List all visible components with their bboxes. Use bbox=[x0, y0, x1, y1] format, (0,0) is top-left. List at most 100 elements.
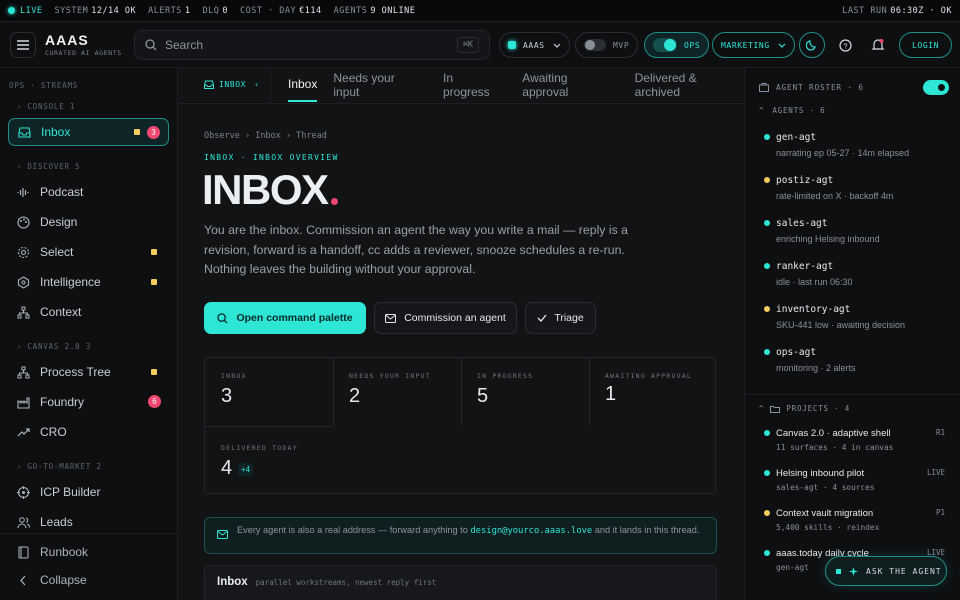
folder-icon bbox=[770, 405, 781, 413]
tab-in-progress[interactable]: In progress bbox=[443, 68, 502, 102]
menu-button[interactable] bbox=[10, 31, 36, 58]
network-icon bbox=[17, 306, 30, 318]
sidebar-item-runbook[interactable]: Runbook bbox=[8, 538, 169, 566]
open-command-palette-button[interactable]: Open command palette bbox=[204, 302, 366, 334]
roster-header: AGENT ROSTER · 6 bbox=[759, 83, 864, 92]
tab-awaiting-approval[interactable]: Awaiting approval bbox=[522, 68, 615, 102]
hexagon-icon bbox=[17, 275, 30, 289]
foundry-badge: 6 bbox=[148, 395, 161, 408]
delivered-delta: +4 bbox=[238, 462, 254, 476]
agent-roster-panel: AGENT ROSTER · 6 ^ AGENTS · 6 gen-agt narr… bbox=[744, 68, 960, 600]
brand[interactable]: AAAS CURATED AI AGENTS bbox=[45, 33, 122, 57]
sidebar-item-design[interactable]: Design bbox=[8, 208, 169, 236]
dlq-status: DLQ 0 bbox=[202, 5, 228, 16]
notifications-button[interactable] bbox=[865, 32, 891, 58]
project-desc: 5,400 skills · reindex bbox=[776, 523, 880, 532]
tab-inbox[interactable]: Inbox bbox=[288, 68, 318, 102]
page-title: INBOX bbox=[202, 166, 329, 213]
stat-in-progress[interactable]: IN PROGRESS 5 bbox=[477, 372, 605, 440]
project-item[interactable]: Context vault migration 5,400 skills · re… bbox=[764, 508, 945, 532]
gear-icon bbox=[17, 246, 30, 258]
status-bar: LIVE SYSTEM 12/14 OK ALERTS 1 DLQ 0 COST · … bbox=[0, 0, 960, 22]
book-icon bbox=[18, 546, 29, 558]
sidebar-item-icp-builder[interactable]: ICP Builder bbox=[8, 478, 169, 506]
section-chip[interactable]: INBOX ‹ bbox=[204, 80, 260, 89]
last-run-status: LAST RUN 06:30Z · OK bbox=[842, 5, 952, 16]
agent-desc: narrating ep 05-27 · 14m elapsed bbox=[776, 148, 910, 158]
project-name: Canvas 2.0 · adaptive shell bbox=[776, 428, 891, 439]
section-gtm[interactable]: ‹ GO-TO-MARKET 2 bbox=[0, 459, 102, 473]
alerts-status: ALERTS 1 bbox=[148, 5, 191, 16]
collapse-button[interactable]: Collapse bbox=[8, 566, 169, 594]
inbox-icon bbox=[18, 126, 31, 138]
sidebar-item-foundry[interactable]: Foundry 6 bbox=[8, 388, 169, 416]
sidebar-item-select[interactable]: Select bbox=[8, 238, 169, 266]
stats-grid: INBOX 3 NEEDS YOUR INPUT 2 IN PROGRESS 5 AW… bbox=[204, 357, 716, 494]
sidebar-header: OPS · STREAMS bbox=[9, 80, 79, 90]
login-button[interactable]: LOGIN bbox=[899, 32, 953, 58]
agent-email-link[interactable]: design@yourco.aaas.love bbox=[470, 526, 592, 536]
tab-delivered[interactable]: Delivered & archived bbox=[635, 68, 744, 102]
top-bar: AAAS CURATED AI AGENTS ⌘K AAAS MVP OPS M… bbox=[0, 22, 960, 68]
sidebar-item-context[interactable]: Context bbox=[8, 298, 169, 326]
workspace-selector[interactable]: AAAS bbox=[499, 32, 570, 58]
search-input[interactable] bbox=[165, 38, 457, 52]
agent-item[interactable]: postiz-agt rate-limited on X · backoff 4m bbox=[764, 175, 893, 201]
roster-toggle[interactable] bbox=[923, 80, 949, 95]
theme-button[interactable] bbox=[799, 32, 825, 58]
project-tag: LIVE bbox=[926, 468, 945, 477]
main-panel: INBOX ‹ Inbox Needs your input In progres… bbox=[178, 68, 744, 600]
agent-item[interactable]: gen-agt narrating ep 05-27 · 14m elapsed bbox=[764, 132, 910, 158]
marketing-selector[interactable]: MARKETING bbox=[712, 32, 795, 58]
inbox-list: Inbox parallel workstreams, newest reply… bbox=[204, 565, 717, 600]
sidebar-item-leads[interactable]: Leads bbox=[8, 508, 169, 536]
project-name: Context vault migration bbox=[776, 508, 874, 519]
stat-needs-input[interactable]: NEEDS YOUR INPUT 2 bbox=[349, 372, 477, 440]
agent-desc: enriching Helsing inbound bbox=[776, 234, 880, 244]
stat-inbox[interactable]: INBOX 3 bbox=[221, 372, 349, 440]
stat-awaiting-approval[interactable]: AWAITING APPROVAL 1 bbox=[605, 372, 695, 440]
sidebar-item-intelligence[interactable]: Intelligence bbox=[8, 268, 169, 296]
agent-name: sales-agt bbox=[776, 218, 828, 229]
tab-needs-input[interactable]: Needs your input bbox=[333, 68, 423, 102]
section-console[interactable]: ‹ CONSOLE 1 bbox=[0, 99, 75, 113]
system-status: SYSTEM 12/14 OK bbox=[54, 5, 137, 16]
project-status-dot bbox=[764, 550, 770, 556]
sidebar-item-process-tree[interactable]: Process Tree bbox=[8, 358, 169, 386]
agent-item[interactable]: ops-agt monitoring · 2 alerts bbox=[764, 347, 856, 373]
sidebar-item-cro[interactable]: CRO bbox=[8, 418, 169, 446]
project-tag: P1 bbox=[935, 508, 945, 517]
triage-button[interactable]: Triage bbox=[525, 302, 596, 334]
project-item[interactable]: Helsing inbound pilot sales-agt · 4 sourc… bbox=[764, 468, 945, 492]
ops-toggle[interactable]: OPS bbox=[644, 32, 710, 58]
ask-agent-button[interactable]: ASK THE AGENT bbox=[825, 556, 947, 586]
target-icon bbox=[17, 485, 30, 499]
sidebar-item-podcast[interactable]: Podcast bbox=[8, 178, 169, 206]
title-dot bbox=[330, 198, 338, 205]
project-desc: 11 surfaces · 4 in canvas bbox=[776, 443, 894, 452]
agent-desc: SKU-441 low · awaiting decision bbox=[776, 320, 906, 330]
mvp-toggle[interactable]: MVP bbox=[575, 32, 639, 58]
agent-status-dot bbox=[764, 134, 770, 140]
agent-item[interactable]: inventory-agt SKU-441 low · awaiting deci… bbox=[764, 304, 906, 330]
commission-agent-button[interactable]: Commission an agent bbox=[374, 302, 517, 334]
project-item[interactable]: Canvas 2.0 · adaptive shell 11 surfaces ·… bbox=[764, 428, 945, 452]
sidebar-item-inbox[interactable]: Inbox 3 bbox=[8, 118, 169, 146]
agent-item[interactable]: sales-agt enriching Helsing inbound bbox=[764, 218, 880, 244]
app-subtitle: CURATED AI AGENTS bbox=[45, 48, 122, 57]
project-status-dot bbox=[764, 430, 770, 436]
project-name: Helsing inbound pilot bbox=[776, 468, 865, 479]
search-bar[interactable]: ⌘K bbox=[134, 30, 490, 60]
help-button[interactable]: ? bbox=[832, 32, 858, 58]
status-marker bbox=[151, 279, 157, 285]
agent-status-dot bbox=[764, 349, 770, 355]
stat-delivered-today[interactable]: DELIVERED TODAY 4 +4 bbox=[221, 444, 349, 512]
section-discover[interactable]: ‹ DISCOVER 5 bbox=[0, 159, 80, 173]
agents-section-header[interactable]: ^ AGENTS · 6 bbox=[759, 106, 825, 115]
agent-item[interactable]: ranker-agt idle · last run 06:30 bbox=[764, 261, 853, 287]
eyebrow: INBOX · INBOX OVERVIEW bbox=[204, 153, 339, 162]
section-canvas[interactable]: ‹ CANVAS 2.0 3 bbox=[0, 339, 91, 353]
page-title-wrap: INBOX bbox=[202, 168, 338, 212]
projects-section-header[interactable]: ^ PROJECTS · 4 bbox=[759, 404, 850, 413]
live-indicator: LIVE bbox=[8, 6, 42, 16]
